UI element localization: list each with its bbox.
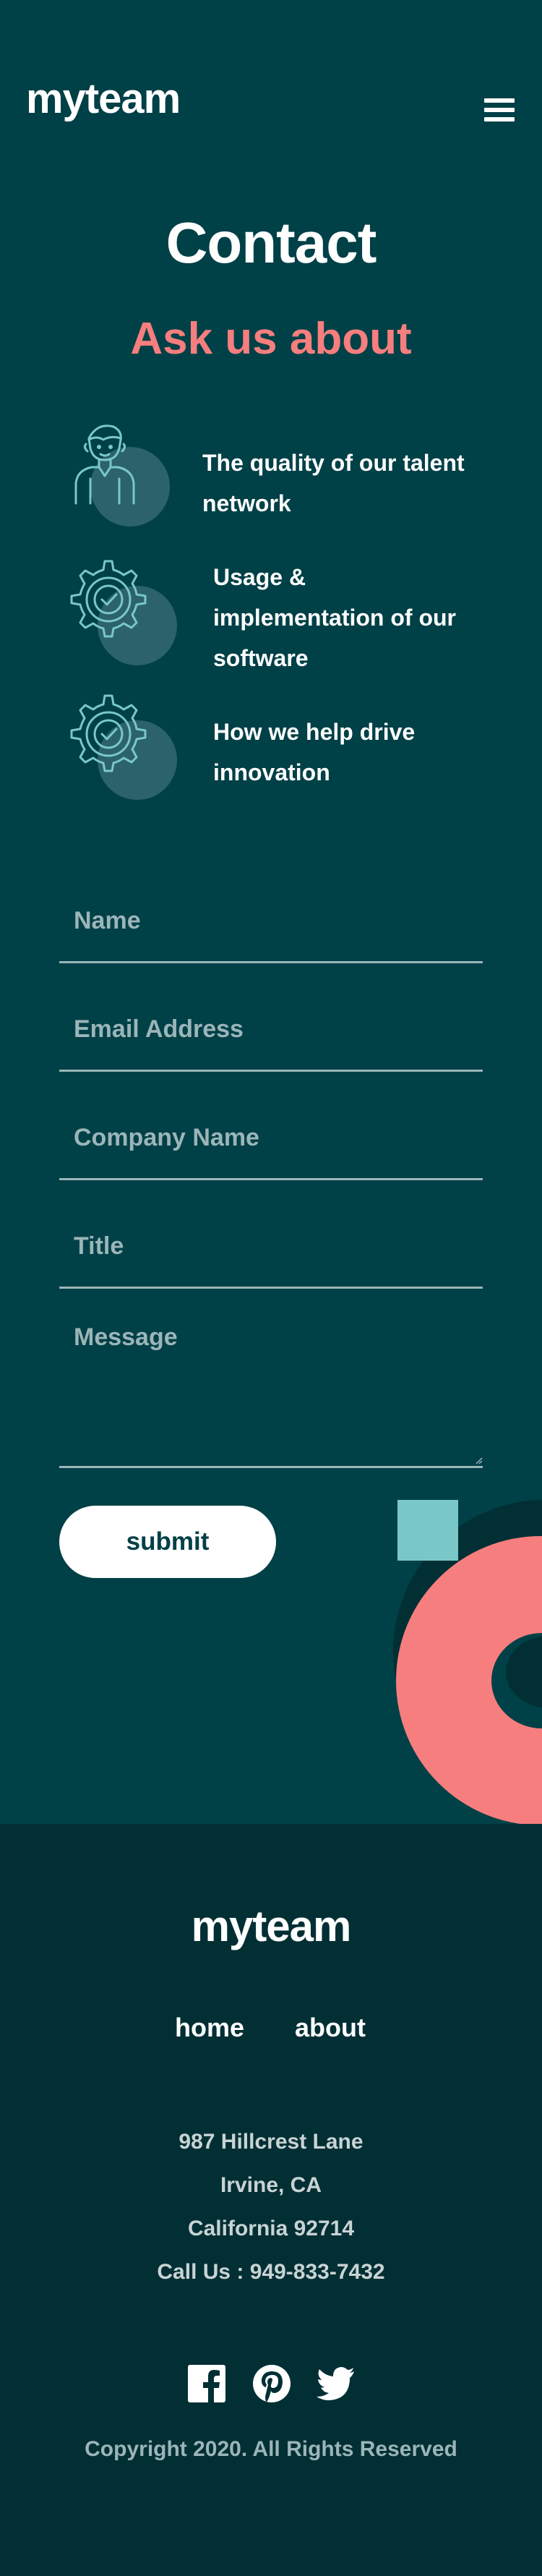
footer-nav-about[interactable]: about (295, 2012, 366, 2043)
feature-item-software: Usage & implementation of our software (69, 557, 502, 701)
company-input[interactable] (59, 1098, 483, 1178)
hamburger-menu-icon[interactable] (484, 98, 515, 121)
address-line: Irvine, CA (220, 2173, 322, 2197)
feature-text-innovation: How we help drive innovation (213, 719, 416, 785)
email-field-wrap (59, 989, 483, 1072)
phone-line: Call Us : 949-833-7432 (157, 2260, 385, 2284)
subtitle: Ask us about (130, 314, 412, 364)
title-field-wrap (59, 1206, 483, 1289)
company-field-wrap (59, 1098, 483, 1180)
person-icon (69, 418, 177, 526)
logo[interactable]: myteam (26, 78, 181, 120)
copyright: Copyright 2020. All Rights Reserved (85, 2437, 457, 2461)
pinterest-icon[interactable] (253, 2365, 291, 2402)
decor-teal-square (397, 1500, 458, 1561)
gear-check-icon (69, 557, 177, 665)
facebook-icon[interactable] (188, 2365, 225, 2402)
address-line: California 92714 (187, 2217, 355, 2240)
twitter-icon[interactable] (317, 2365, 354, 2402)
page-title: Contact (165, 210, 377, 275)
feature-text: Usage & implementation of our software (213, 564, 456, 671)
message-field-wrap (59, 1308, 483, 1468)
footer-logo[interactable]: myteam (0, 1905, 542, 1948)
title-input[interactable] (59, 1206, 483, 1287)
resize-grip-icon[interactable] (474, 1456, 483, 1464)
footer-nav-home[interactable]: home (175, 2012, 244, 2043)
name-input[interactable] (59, 881, 483, 961)
message-textarea[interactable] (59, 1308, 483, 1466)
gear-check-icon (69, 691, 177, 800)
submit-button[interactable]: submit (59, 1506, 276, 1578)
address-line: 987 Hillcrest Lane (178, 2130, 364, 2154)
name-field-wrap (59, 881, 483, 963)
feature-text: The quality of our talent network (202, 450, 465, 516)
feature-item-talent: The quality of our talent network (69, 418, 502, 534)
email-input[interactable] (59, 989, 483, 1070)
main-section: myteam Contact Ask us about The quality … (0, 0, 542, 1824)
